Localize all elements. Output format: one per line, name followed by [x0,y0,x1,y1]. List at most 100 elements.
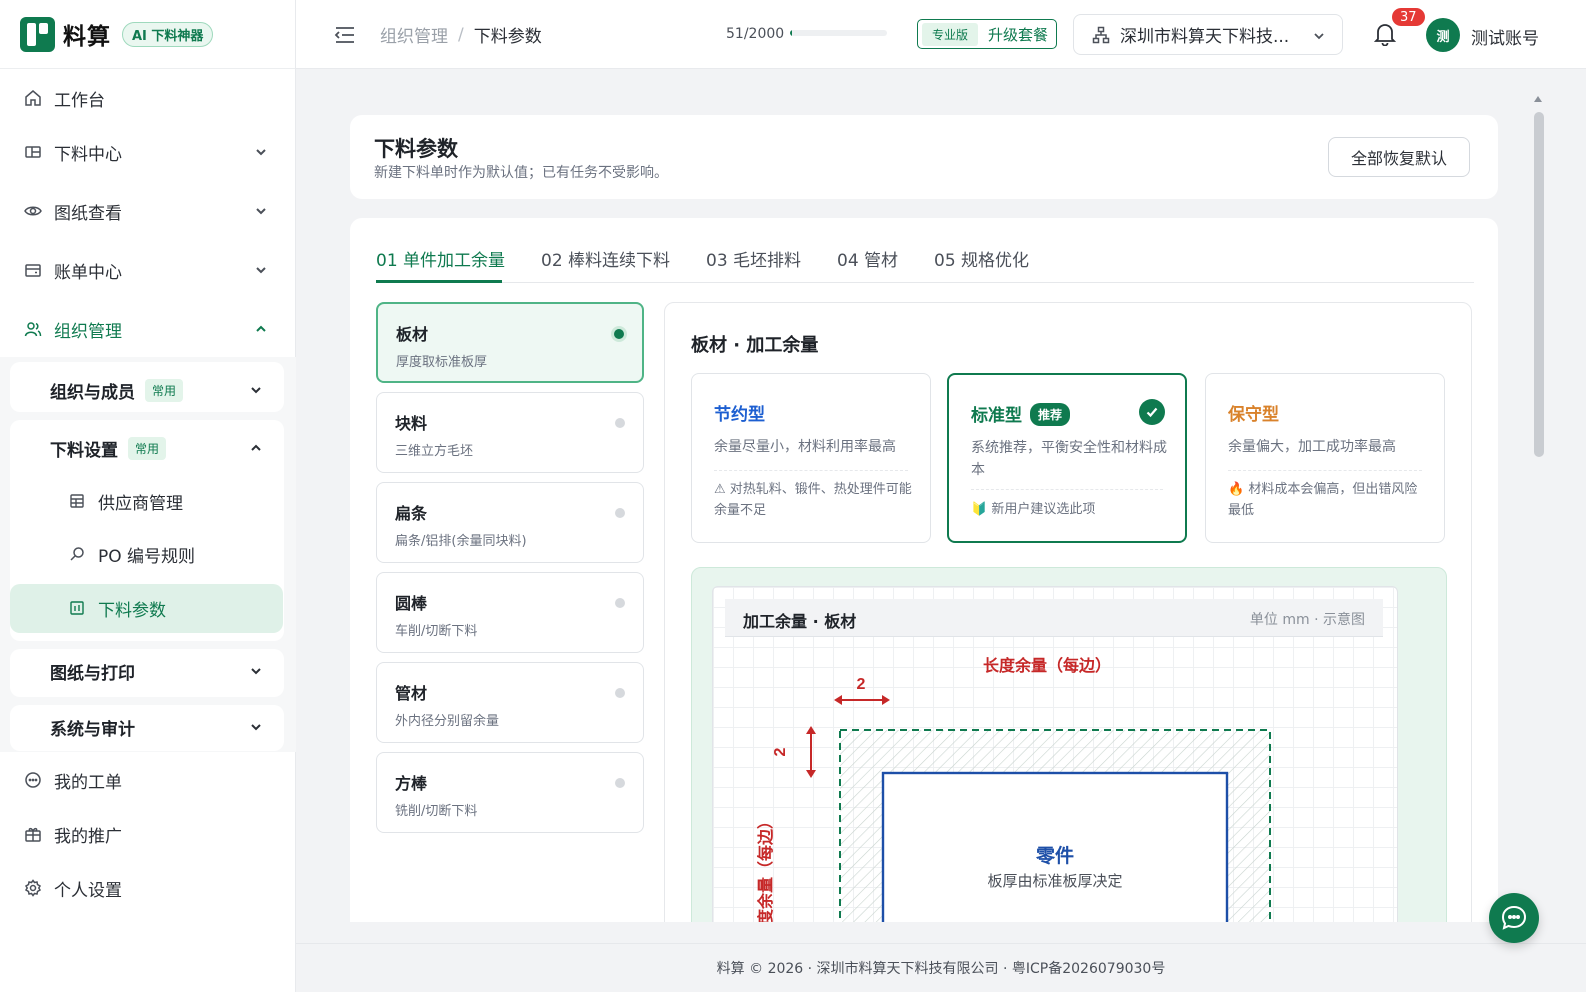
option-divider [714,470,908,471]
status-dot [615,688,625,698]
eye-icon [24,202,42,220]
menu-collapse-icon[interactable] [334,26,356,48]
bell-icon[interactable] [1373,22,1397,50]
submenu-label: 图纸与打印 [50,663,135,684]
chevron-down-icon[interactable] [249,383,263,401]
page-header-card: 下料参数 新建下料单时作为默认值；已有任务不受影响。 全部恢复默认 [350,115,1498,199]
allowance-panel: 板材 · 加工余量 节约型 余量尽量小，材料利用率最高 ⚠ 对热轧料、锻件、热处… [664,302,1472,922]
width-value: 2 [772,747,789,756]
submenu-org-members[interactable]: 组织与成员 常用 [50,370,184,410]
leaf-label: 下料参数 [98,600,166,621]
search-icon [68,545,86,563]
arrow-up-icon [806,726,816,734]
arrow-left-icon [834,695,842,705]
sidebar-item-org-management[interactable]: 组织管理 [0,304,296,354]
sidebar-item-workbench[interactable]: 工作台 [0,73,296,123]
tab-pipe[interactable]: 04 管材 [837,246,898,271]
option-name: 保守型 [1228,405,1279,425]
company-name: 深圳市料算天下料技... [1120,27,1290,47]
chevron-down-icon[interactable] [249,664,263,682]
sidebar-item-po-rules[interactable]: PO 编号规则 [68,534,195,574]
common-tag: 常用 [128,436,167,460]
panel-title: 板材 · 加工余量 [691,335,819,356]
breadcrumb-parent[interactable]: 组织管理 [380,22,448,47]
chevron-down-icon [254,144,268,164]
chevron-down-icon[interactable] [249,720,263,738]
material-name: 扁条 [395,504,428,523]
chat-support-button[interactable] [1489,893,1539,943]
quota-text: 51/2000 [726,26,785,42]
material-item-flat-bar[interactable]: 扁条 扁条/铝排(余量同块料) [376,482,644,563]
tab-spec-optimize[interactable]: 05 规格优化 [934,246,1029,271]
sidebar-item-cutting-params[interactable]: 下料参数 [68,588,166,628]
sidebar-item-promotion[interactable]: 我的推广 [0,809,296,859]
reset-all-button[interactable]: 全部恢复默认 [1328,137,1470,177]
material-item-square-bar[interactable]: 方棒 铣削/切断下料 [376,752,644,833]
ai-badge: AI 下料神器 [122,21,214,47]
users-icon [24,320,42,338]
option-desc: 余量偏大，加工成功率最高 [1228,439,1396,455]
quota-progress-bar [790,30,887,36]
footer: 料算 © 2026 · 深圳市料算天下料技有限公司 · 粤ICP备2026079… [296,943,1586,992]
tab-blank-nesting[interactable]: 03 毛坯排料 [706,246,801,271]
sidebar-item-billing[interactable]: 账单中心 [0,245,296,295]
sidebar-item-cutting-center[interactable]: 下料中心 [0,127,296,177]
option-standard[interactable]: 标准型 推荐 系统推荐，平衡安全性和材料成本 🔰 新用户建议选此项 [947,373,1187,543]
top-header: 组织管理 / 下料参数 51/2000 专业版 升级套餐 深圳市料算天下料技..… [296,0,1586,69]
width-allowance-label: 宽度余量（每边） [756,813,775,922]
submenu-drawings-print[interactable]: 图纸与打印 [50,651,135,691]
layout-icon [24,143,42,161]
breadcrumb: 组织管理 / 下料参数 [380,22,542,48]
tab-single-allowance[interactable]: 01 单件加工余量 [376,246,505,271]
logo-row: 料算 AI 下料神器 [0,0,295,69]
chevron-up-icon[interactable] [249,441,263,459]
material-item-pipe[interactable]: 管材 外内径分别留余量 [376,662,644,743]
page-description: 新建下料单时作为默认值；已有任务不受影响。 [374,165,668,181]
upgrade-label: 升级套餐 [988,25,1049,44]
upgrade-button[interactable]: 专业版 升级套餐 [917,19,1058,49]
logo-icon [20,16,55,52]
material-sub: 三维立方毛坯 [395,444,474,459]
submenu-label: 组织与成员 [50,382,135,403]
option-note: 🔰 新用户建议选此项 [971,502,1096,517]
sidebar-item-tickets[interactable]: 我的工单 [0,755,296,805]
option-desc: 系统推荐，平衡安全性和材料成本 [971,440,1167,478]
option-name: 节约型 [714,405,765,425]
sidebar-item-label: 图纸查看 [54,203,122,224]
wallet-icon [24,261,42,279]
breadcrumb-separator: / [458,24,464,45]
home-icon [24,89,42,107]
scroll-up-icon[interactable] [1532,92,1548,104]
sidebar-item-drawings[interactable]: 图纸查看 [0,186,296,236]
material-sub: 扁条/铝排(余量同块料) [395,534,527,549]
tab-bar-continuous[interactable]: 02 棒料连续下料 [541,246,670,271]
material-item-round-bar[interactable]: 圆棒 车削/切断下料 [376,572,644,653]
material-sub: 外内径分别留余量 [395,714,500,729]
material-item-block[interactable]: 块料 三维立方毛坯 [376,392,644,473]
material-name: 方棒 [395,774,428,793]
breadcrumb-current: 下料参数 [473,27,542,47]
allowance-diagram: 加工余量 · 板材 单位 mm · 示意图 零件 板厚由标准板厚决定 长度余量（… [712,586,1398,922]
material-item-plate[interactable]: 板材 厚度取标准板厚 [376,302,644,383]
material-name: 管材 [395,684,428,703]
sidebar-item-label: 我的推广 [54,826,122,847]
option-desc: 余量尽量小，材料利用率最高 [714,439,896,455]
arrow-right-icon [882,695,890,705]
avatar[interactable]: 测 [1426,18,1460,52]
option-economy[interactable]: 节约型 余量尽量小，材料利用率最高 ⚠ 对热轧料、锻件、热处理件可能余量不足 [691,373,931,543]
recommended-tag: 推荐 [1030,403,1071,426]
scrollbar-thumb[interactable] [1534,112,1544,457]
sidebar-item-personal-settings[interactable]: 个人设置 [0,863,296,913]
submenu-system-audit[interactable]: 系统与审计 [50,707,135,747]
submenu-cutting-settings[interactable]: 下料设置 常用 [50,428,167,468]
chevron-down-icon [254,203,268,223]
material-sub: 车削/切断下料 [395,624,478,639]
check-icon [1139,399,1165,425]
option-name: 标准型 [971,406,1022,426]
length-allowance-label: 长度余量（每边） [983,656,1111,675]
brand-name: 料算 [63,24,111,50]
option-conservative[interactable]: 保守型 余量偏大，加工成功率最高 🔥 材料成本会偏高，但出错风险最低 [1205,373,1445,543]
username[interactable]: 测试账号 [1471,24,1539,49]
company-selector[interactable]: 深圳市料算天下料技... [1073,14,1343,55]
sidebar-item-suppliers[interactable]: 供应商管理 [68,481,183,521]
